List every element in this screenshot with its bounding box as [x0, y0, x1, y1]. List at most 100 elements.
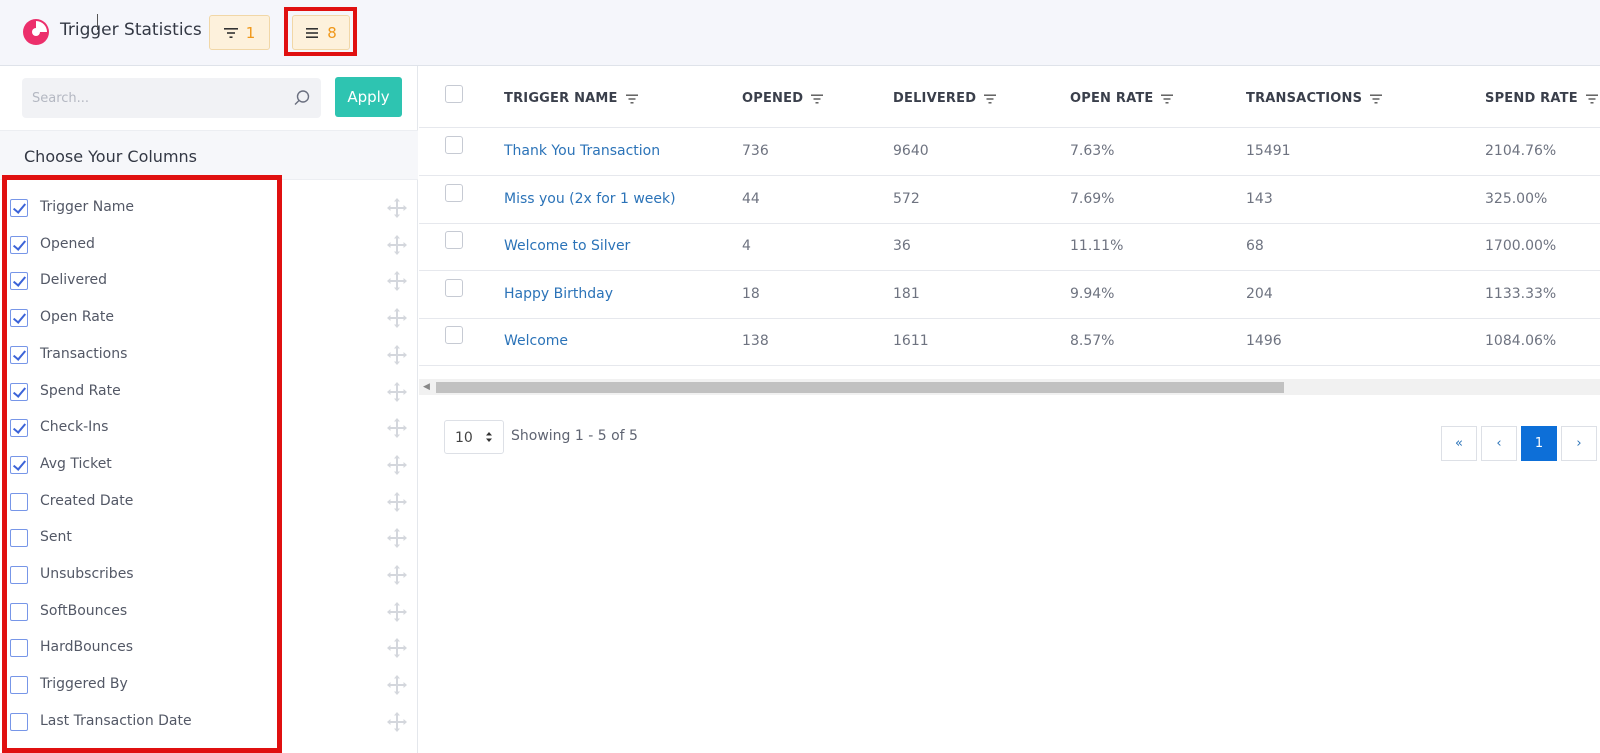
- column-option[interactable]: HardBounces: [0, 630, 418, 666]
- search-input[interactable]: [32, 90, 311, 106]
- drag-move-icon[interactable]: [386, 234, 408, 256]
- column-option[interactable]: Spend Rate: [0, 374, 418, 410]
- column-option[interactable]: Delivered: [0, 263, 418, 299]
- drag-move-icon[interactable]: [386, 711, 408, 733]
- cell-spend-rate: 2104.76%: [1485, 143, 1557, 159]
- page-1-button[interactable]: 1: [1521, 426, 1557, 461]
- cell-transactions: 204: [1246, 285, 1273, 302]
- column-checkbox[interactable]: [10, 272, 28, 291]
- header-open-rate[interactable]: OPEN RATE: [1070, 91, 1174, 106]
- sort-filter-icon[interactable]: [1161, 94, 1174, 104]
- sort-filter-icon[interactable]: [1370, 94, 1383, 104]
- column-option[interactable]: Triggered By: [0, 667, 418, 703]
- drag-move-icon[interactable]: [386, 417, 408, 439]
- list-icon: [306, 27, 319, 38]
- drag-move-icon[interactable]: [386, 601, 408, 623]
- search-icon[interactable]: [293, 89, 311, 107]
- drag-move-icon[interactable]: [386, 491, 408, 513]
- column-option-label: Unsubscribes: [40, 566, 134, 582]
- apply-button[interactable]: Apply: [335, 77, 402, 117]
- row-checkbox[interactable]: [445, 136, 463, 154]
- column-checkbox[interactable]: [10, 529, 28, 548]
- drag-move-icon[interactable]: [386, 527, 408, 549]
- cell-trigger-name[interactable]: Welcome to Silver: [504, 238, 630, 254]
- header-trigger-name[interactable]: TRIGGER NAME: [504, 91, 638, 106]
- column-checkbox[interactable]: [10, 639, 28, 658]
- cell-spend-rate: 1133.33%: [1485, 285, 1557, 302]
- header-delivered[interactable]: DELIVERED: [893, 91, 997, 106]
- sort-filter-icon[interactable]: [1585, 94, 1598, 104]
- choose-columns-title: Choose Your Columns: [24, 147, 198, 166]
- table-row[interactable]: Welcome 138 1611 8.57% 1496 1084.06%: [419, 318, 1600, 366]
- cell-trigger-name[interactable]: Welcome: [504, 333, 568, 349]
- drag-move-icon[interactable]: [386, 270, 408, 292]
- columns-button[interactable]: 8: [292, 15, 350, 50]
- column-option[interactable]: Check-Ins: [0, 410, 418, 446]
- drag-move-icon[interactable]: [386, 564, 408, 586]
- drag-move-icon[interactable]: [386, 197, 408, 219]
- next-page-button[interactable]: ›: [1561, 426, 1597, 461]
- column-option-label: Created Date: [40, 492, 134, 509]
- drag-move-icon[interactable]: [386, 381, 408, 403]
- column-checkbox[interactable]: [10, 235, 28, 254]
- first-page-button[interactable]: «: [1441, 426, 1477, 461]
- table-row[interactable]: Happy Birthday 18 181 9.94% 204 1133.33%: [419, 271, 1600, 319]
- column-option[interactable]: Created Date: [0, 484, 418, 520]
- horizontal-scrollbar[interactable]: ◀: [419, 379, 1600, 395]
- column-option[interactable]: Open Rate: [0, 300, 418, 336]
- sort-filter-icon[interactable]: [811, 94, 824, 104]
- filter-icon: [223, 27, 238, 38]
- column-checkbox[interactable]: [10, 492, 28, 511]
- select-all-checkbox[interactable]: [445, 85, 463, 103]
- cell-opened: 138: [742, 333, 769, 349]
- table-row[interactable]: Welcome to Silver 4 36 11.11% 68 1700.00%: [419, 223, 1600, 271]
- top-bar: Trigger Statistics 1 8: [0, 0, 1600, 66]
- column-checkbox[interactable]: [10, 676, 28, 695]
- header-opened[interactable]: OPENED: [742, 91, 824, 106]
- row-checkbox[interactable]: [445, 326, 463, 344]
- column-option[interactable]: Sent: [0, 520, 418, 556]
- cell-trigger-name[interactable]: Thank You Transaction: [504, 143, 660, 159]
- drag-move-icon[interactable]: [386, 674, 408, 696]
- scrollbar-thumb[interactable]: [436, 382, 1284, 393]
- column-checkbox[interactable]: [10, 382, 28, 401]
- scroll-left-arrow-icon[interactable]: ◀: [423, 382, 430, 392]
- cell-delivered: 9640: [893, 143, 929, 159]
- column-option[interactable]: Opened: [0, 227, 418, 263]
- column-option[interactable]: Unsubscribes: [0, 557, 418, 593]
- drag-move-icon[interactable]: [386, 454, 408, 476]
- table-row[interactable]: Miss you (2x for 1 week) 44 572 7.69% 143 325…: [419, 176, 1600, 224]
- row-checkbox[interactable]: [445, 278, 463, 297]
- cell-trigger-name[interactable]: Happy Birthday: [504, 286, 613, 302]
- column-checkbox[interactable]: [10, 345, 28, 364]
- column-checkbox[interactable]: [10, 602, 28, 621]
- column-checkbox[interactable]: [10, 199, 28, 217]
- column-checkbox[interactable]: [10, 455, 28, 474]
- column-option[interactable]: Last Transaction Date: [0, 704, 418, 740]
- drag-move-icon[interactable]: [386, 637, 408, 659]
- sort-filter-icon[interactable]: [984, 94, 997, 104]
- column-checkbox[interactable]: [10, 419, 28, 438]
- page-size-select[interactable]: 10: [444, 420, 504, 454]
- cell-delivered: 181: [893, 285, 920, 302]
- search-box: [22, 78, 321, 118]
- cell-open-rate: 7.63%: [1070, 143, 1115, 159]
- header-transactions[interactable]: TRANSACTIONS: [1246, 91, 1383, 106]
- drag-move-icon[interactable]: [386, 344, 408, 366]
- filter-button[interactable]: 1: [209, 15, 270, 50]
- row-checkbox[interactable]: [445, 231, 463, 249]
- column-option[interactable]: SoftBounces: [0, 594, 418, 630]
- column-option[interactable]: Avg Ticket: [0, 447, 418, 483]
- column-option[interactable]: Trigger Name: [0, 190, 418, 226]
- column-option[interactable]: Transactions: [0, 337, 418, 373]
- header-spend-rate[interactable]: SPEND RATE: [1485, 91, 1598, 106]
- column-checkbox[interactable]: [10, 309, 28, 328]
- table-row[interactable]: Thank You Transaction 736 9640 7.63% 15491 21…: [419, 128, 1600, 176]
- column-checkbox[interactable]: [10, 712, 28, 731]
- drag-move-icon[interactable]: [386, 307, 408, 329]
- row-checkbox[interactable]: [445, 183, 463, 202]
- cell-trigger-name[interactable]: Miss you (2x for 1 week): [504, 191, 676, 207]
- prev-page-button[interactable]: ‹: [1481, 426, 1517, 461]
- sort-filter-icon[interactable]: [625, 94, 638, 104]
- column-checkbox[interactable]: [10, 566, 28, 584]
